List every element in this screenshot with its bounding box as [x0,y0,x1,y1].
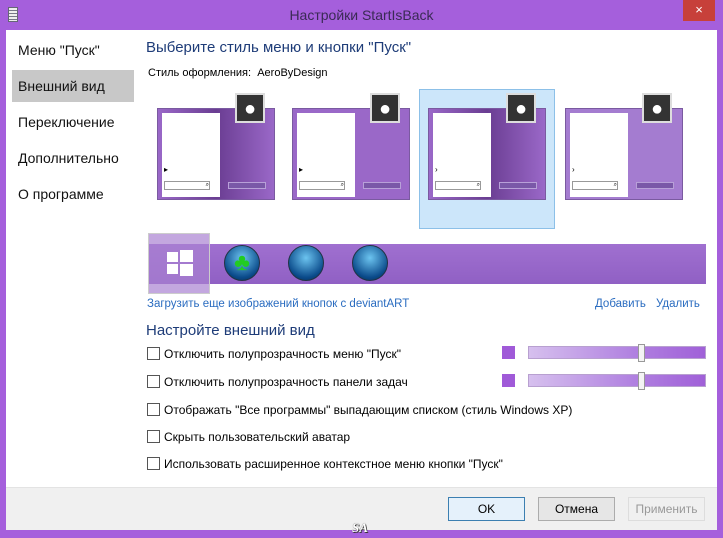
close-button[interactable]: × [683,0,715,21]
windows-logo-icon [167,250,193,276]
start-button-windows8[interactable] [148,233,210,294]
taskbar-transparency-slider[interactable] [528,372,706,390]
taskbar-color-swatch[interactable] [502,374,515,387]
slider-knob[interactable] [637,344,645,362]
checkbox-disable-taskbar-transparency[interactable] [147,375,160,388]
watermark: SA [352,520,368,535]
checkbox-label: Использовать расширенное контекстное мен… [164,457,503,471]
checkbox-hide-avatar[interactable] [147,430,160,443]
search-icon: ⌕ [572,181,618,190]
slider-knob[interactable] [637,372,645,390]
search-icon: ⌕ [435,181,481,190]
search-icon: ⌕ [299,181,345,190]
add-link[interactable]: Добавить [595,298,646,310]
start-button-windows-orb[interactable] [288,245,324,281]
checkbox-label: Отключить полупрозрачность панели задач [164,375,408,389]
checkbox-label: Скрыть пользовательский аватар [164,430,351,444]
sidebar-item-advanced[interactable]: Дополнительно [12,142,134,174]
start-button-clover[interactable]: ♣ [224,245,260,281]
checkbox-label: Отображать "Все программы" выпадающим сп… [164,403,573,417]
style-value: AeroByDesign [257,67,328,79]
cancel-button[interactable]: Отмена [538,497,615,521]
clover-icon: ♣ [234,249,250,276]
avatar-icon: ● [642,93,672,123]
apply-button[interactable]: Применить [628,497,705,521]
avatar-icon: ● [370,93,400,123]
app-icon [8,7,18,22]
checkbox-extended-context-menu[interactable] [147,457,160,470]
sidebar-item-start-menu[interactable]: Меню "Пуск" [12,34,134,66]
search-icon: ⌕ [164,181,210,190]
sidebar-item-appearance[interactable]: Внешний вид [12,70,134,102]
style-heading: Выберите стиль меню и кнопки "Пуск" [146,39,412,56]
style-label: Стиль оформления: [148,67,252,79]
checkbox-xp-all-programs[interactable] [147,403,160,416]
checkbox-disable-menu-transparency[interactable] [147,347,160,360]
style-label-row: Стиль оформления: AeroByDesign [148,67,328,79]
remove-link[interactable]: Удалить [656,298,700,310]
start-button-windows7-orb[interactable] [352,245,388,281]
ok-button[interactable]: OK [448,497,525,521]
sidebar-item-switching[interactable]: Переключение [12,106,134,138]
appearance-heading: Настройте внешний вид [146,322,315,339]
menu-transparency-slider[interactable] [528,344,706,362]
avatar-icon: ● [506,93,536,123]
menu-color-swatch[interactable] [502,346,515,359]
deviantart-link[interactable]: Загрузить еще изображений кнопок с devia… [147,298,409,310]
avatar-icon: ● [235,93,265,123]
window-title: Настройки StartIsBack [289,7,434,23]
checkbox-label: Отключить полупрозрачность меню "Пуск" [164,347,401,361]
sidebar-item-about[interactable]: О программе [12,178,134,210]
